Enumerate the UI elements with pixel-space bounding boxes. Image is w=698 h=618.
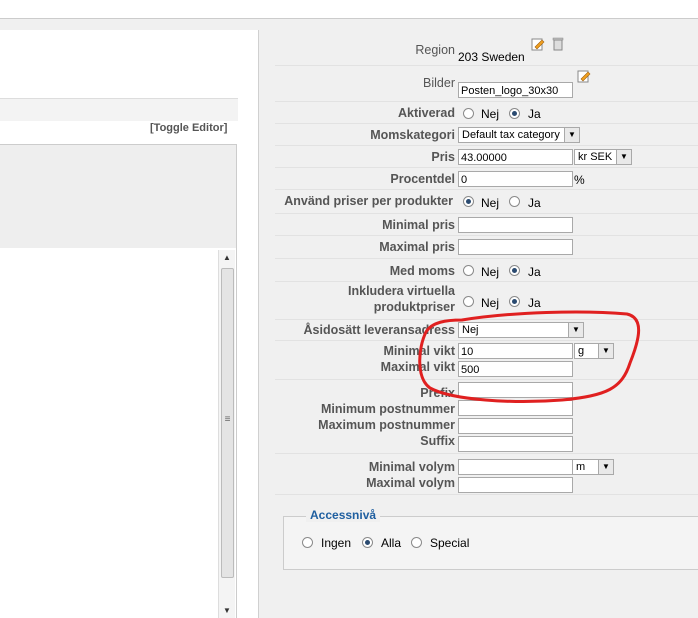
med-moms-ja-radio[interactable]: [509, 265, 520, 276]
momskategori-label: Momskategori: [370, 128, 455, 142]
maximal-pris-label: Maximal pris: [379, 240, 455, 254]
med-moms-nej-radio[interactable]: [463, 265, 474, 276]
med-moms-ja-label: Ja: [528, 265, 541, 279]
anvand-priser-nej-label: Nej: [481, 196, 500, 210]
toggle-editor-link[interactable]: [Toggle Editor]: [150, 122, 227, 134]
row-momskategori: Momskategori Default tax category ▼: [275, 124, 698, 146]
row-volym: Minimal volym Maximal volym m ▼: [275, 454, 698, 495]
aktiverad-nej-radio[interactable]: [463, 108, 474, 119]
volym-unit-select[interactable]: m ▼: [572, 459, 614, 475]
region-label: Region: [415, 43, 455, 57]
chevron-down-icon: ▼: [564, 128, 579, 142]
med-moms-label: Med moms: [389, 264, 455, 278]
scroll-up-icon[interactable]: ▲: [219, 250, 235, 266]
momskategori-value: Default tax category: [462, 129, 560, 141]
momskategori-select[interactable]: Default tax category ▼: [458, 127, 580, 143]
scroll-down-icon[interactable]: ▼: [219, 604, 235, 618]
editor-scrollbar[interactable]: ▲ ≡ ▼: [218, 250, 235, 618]
bilder-label: Bilder: [423, 76, 455, 90]
accessniva-legend: Accessnivå: [306, 508, 381, 522]
row-procentdel: Procentdel 0 %: [275, 168, 698, 190]
chevron-down-icon: ▼: [616, 150, 631, 164]
anvand-priser-ja-radio[interactable]: [509, 196, 520, 207]
maximal-volym-label: Maximal volym: [366, 476, 455, 490]
pris-field[interactable]: 43.00000: [458, 149, 573, 165]
accessniva-special-label: Special: [430, 536, 470, 550]
editor-text-area[interactable]: [0, 248, 237, 618]
anvand-priser-ja-label: Ja: [528, 196, 541, 210]
annotation-circle: [418, 310, 641, 403]
accessniva-ingen-label: Ingen: [321, 536, 352, 550]
editor-toolbar: [0, 144, 237, 250]
grip-icon: ≡: [224, 414, 231, 425]
row-maximal-pris: Maximal pris: [275, 236, 698, 259]
row-aktiverad: Aktiverad Nej Ja: [275, 102, 698, 124]
minimal-volym-field[interactable]: [458, 459, 573, 475]
maximal-volym-field[interactable]: [458, 477, 573, 493]
inkludera-nej-radio[interactable]: [463, 296, 474, 307]
minimal-pris-field[interactable]: [458, 217, 573, 233]
scroll-thumb[interactable]: ≡: [221, 268, 234, 578]
edit-icon[interactable]: [531, 37, 545, 51]
suffix-field[interactable]: [458, 436, 573, 452]
row-bilder: Bilder Posten_logo_30x30: [275, 66, 698, 102]
editor-header-band: [0, 98, 238, 121]
procentdel-label: Procentdel: [390, 172, 455, 186]
aktiverad-ja-label: Ja: [528, 107, 541, 121]
maximum-postnummer-field[interactable]: [458, 418, 573, 434]
accessniva-alla-label: Alla: [381, 536, 402, 550]
maximal-pris-field[interactable]: [458, 239, 573, 255]
med-moms-nej-label: Nej: [481, 265, 500, 279]
delete-icon[interactable]: [551, 37, 565, 51]
accessniva-alla-radio[interactable]: [362, 537, 373, 548]
aktiverad-ja-radio[interactable]: [509, 108, 520, 119]
accessniva-special-radio[interactable]: [411, 537, 422, 548]
bilder-field[interactable]: Posten_logo_30x30: [458, 82, 573, 98]
chevron-down-icon: ▼: [598, 460, 613, 474]
inkludera-ja-radio[interactable]: [509, 296, 520, 307]
minimal-pris-label: Minimal pris: [382, 218, 455, 232]
row-minimal-pris: Minimal pris: [275, 214, 698, 236]
anvand-priser-label: Använd priser per produkter: [284, 194, 453, 208]
aktiverad-nej-label: Nej: [481, 107, 500, 121]
accessniva-fieldset: Accessnivå Ingen Alla Special: [283, 508, 698, 570]
currency-value: kr SEK: [578, 151, 613, 163]
minimal-volym-label: Minimal volym: [368, 460, 455, 474]
anvand-priser-nej-radio[interactable]: [463, 196, 474, 207]
aktiverad-label: Aktiverad: [398, 106, 455, 120]
row-region: Region 203 Sweden: [275, 34, 698, 66]
maximum-postnummer-label: Maximum postnummer: [318, 418, 455, 432]
currency-select[interactable]: kr SEK ▼: [574, 149, 632, 165]
pris-label: Pris: [431, 150, 455, 164]
edit-icon[interactable]: [577, 69, 591, 83]
procentdel-field[interactable]: 0: [458, 171, 573, 187]
top-bar: [0, 0, 698, 19]
suffix-label: Suffix: [420, 434, 455, 448]
inkludera-label-line1: Inkludera virtuella: [348, 284, 455, 298]
row-med-moms: Med moms Nej Ja: [275, 259, 698, 282]
region-value: 203 Sweden: [458, 50, 525, 64]
accessniva-ingen-radio[interactable]: [302, 537, 313, 548]
row-pris: Pris 43.00000 kr SEK ▼: [275, 146, 698, 168]
row-anvand-priser: Använd priser per produkter Nej Ja: [275, 190, 698, 214]
procentdel-unit: %: [574, 173, 585, 187]
volym-unit-value: m: [576, 461, 586, 473]
